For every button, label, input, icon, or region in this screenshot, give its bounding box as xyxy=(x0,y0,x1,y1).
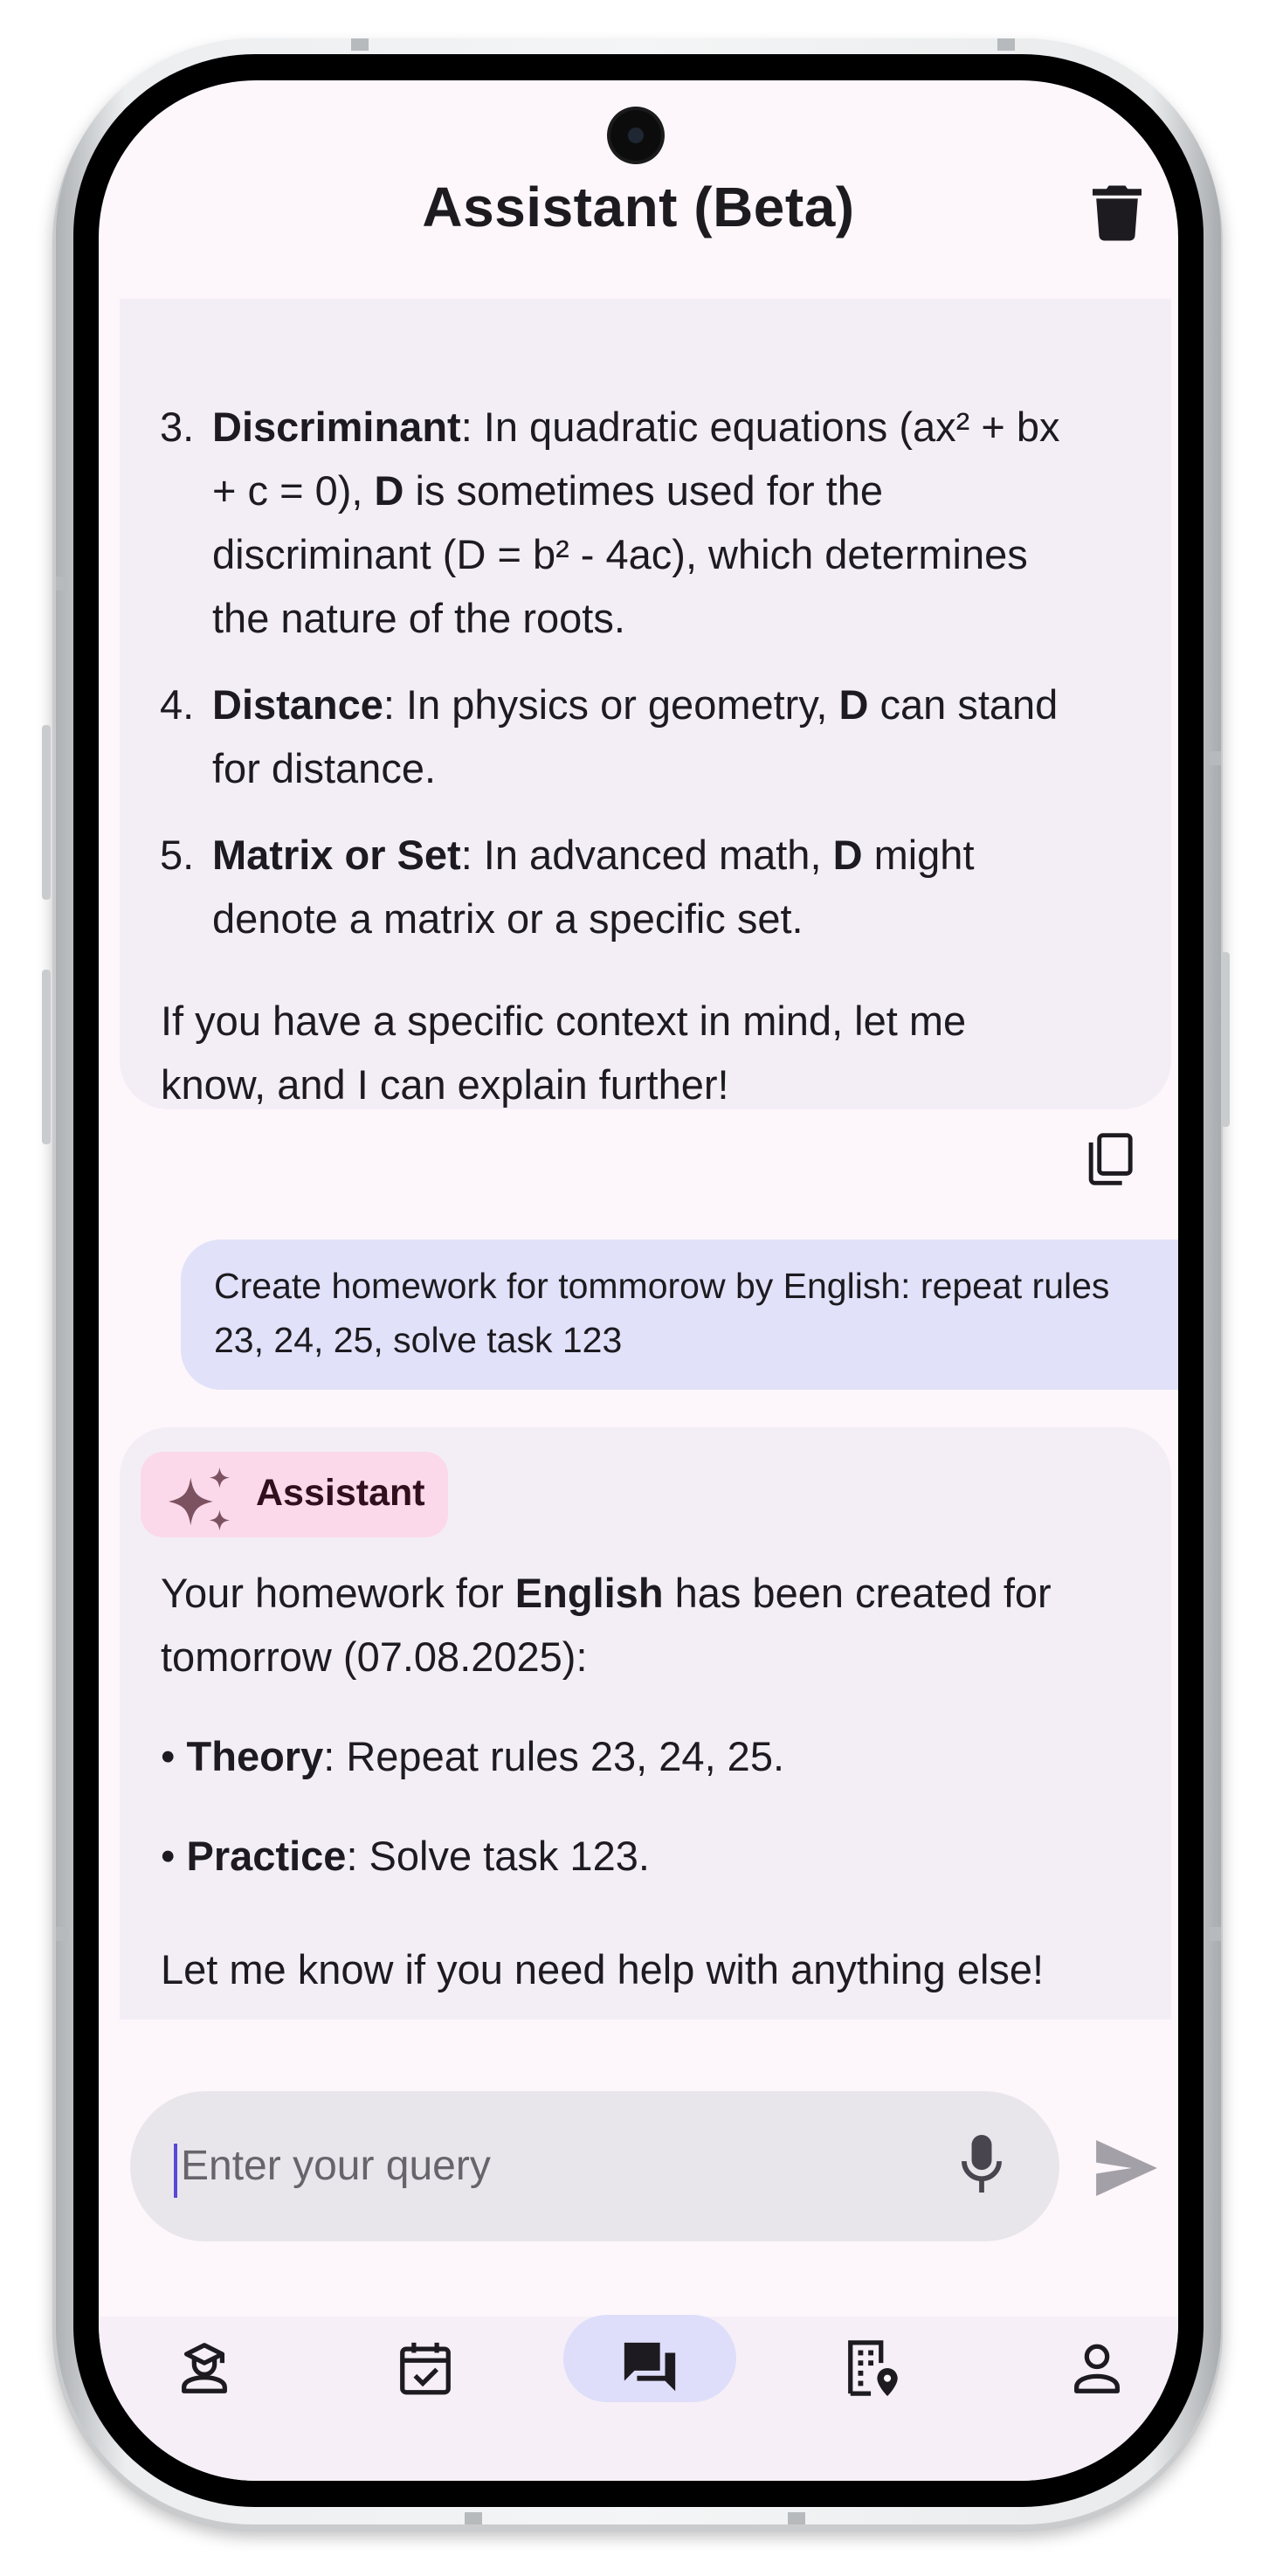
page-title: Assistant (Beta) xyxy=(422,176,855,238)
antenna-band xyxy=(1209,1927,1221,1941)
user-message-line: 23, 24, 25, solve task 123 xyxy=(214,1320,623,1360)
sparkle-icon xyxy=(169,1468,231,1531)
side-button xyxy=(1221,952,1230,1127)
building-location-icon xyxy=(848,2340,898,2397)
antenna-band xyxy=(997,38,1015,51)
list-item-line: discriminant (D = b² - 4ac), which deter… xyxy=(212,531,1028,577)
list-number: 5. xyxy=(160,832,195,878)
nav-item-schedule[interactable] xyxy=(395,2338,456,2399)
nav-item-students[interactable] xyxy=(174,2338,235,2399)
antenna-band xyxy=(465,2512,482,2524)
chat-bubbles-icon xyxy=(624,2342,676,2392)
list-number: 4. xyxy=(160,681,195,728)
front-camera xyxy=(610,110,661,161)
nav-item-profile[interactable] xyxy=(1066,2338,1128,2399)
copy-icon[interactable] xyxy=(1086,1133,1135,1185)
text-cursor xyxy=(174,2144,177,2198)
message-paragraph: know, and I can explain further! xyxy=(161,1061,729,1108)
antenna-band xyxy=(56,577,68,590)
chat-thread[interactable]: 3. Discriminant: In quadratic equations … xyxy=(99,299,1178,2020)
message-paragraph: Your homework for English has been creat… xyxy=(161,1570,1052,1616)
user-message-text: Create homework for tommorow by English:… xyxy=(214,1259,1178,1367)
calendar-check-icon xyxy=(400,2342,451,2395)
message-paragraph: If you have a specific context in mind, … xyxy=(161,998,967,1044)
list-number: 3. xyxy=(160,404,195,450)
list-item-line: the nature of the roots. xyxy=(212,595,625,641)
antenna-band xyxy=(56,1927,68,1941)
antenna-band xyxy=(351,38,369,51)
list-item-line: Distance: In physics or geometry, D can … xyxy=(212,681,1059,728)
list-item-line: denote a matrix or a specific set. xyxy=(212,895,804,942)
phone-screen: Assistant (Beta) 3. Discriminant: In qua… xyxy=(99,80,1178,2481)
trash-icon[interactable] xyxy=(1093,185,1142,241)
list-item-line: Discriminant: In quadratic equations (ax… xyxy=(212,404,1060,450)
bullet-item-practice: • Practice: Solve task 123. xyxy=(161,1833,650,1879)
antenna-band xyxy=(1209,751,1221,765)
bullet-item-theory: • Theory: Repeat rules 23, 24, 25. xyxy=(161,1733,785,1779)
user-message-bubble: Create homework for tommorow by English:… xyxy=(181,1240,1178,1390)
nav-item-buildings[interactable] xyxy=(843,2338,904,2399)
user-message-line: Create homework for tommorow by English:… xyxy=(214,1266,1110,1306)
volume-button xyxy=(42,725,51,900)
nav-item-assistant[interactable] xyxy=(619,2338,680,2399)
message-paragraph: Let me know if you need help with anythi… xyxy=(161,1946,1045,1992)
person-icon xyxy=(1074,2344,1120,2393)
message-paragraph: tomorrow (07.08.2025): xyxy=(161,1633,588,1680)
list-item-line: for distance. xyxy=(212,745,437,791)
list-item-line: + c = 0), D is sometimes used for the xyxy=(212,467,883,514)
antenna-band xyxy=(788,2512,805,2524)
power-button xyxy=(42,970,51,1144)
assistant-label: Assistant xyxy=(256,1472,425,1514)
send-icon[interactable] xyxy=(1096,2140,1157,2196)
graduation-person-icon xyxy=(182,2343,227,2393)
list-item-line: Matrix or Set: In advanced math, D might xyxy=(212,832,975,878)
microphone-icon[interactable] xyxy=(962,2135,1002,2193)
query-placeholder: Enter your query xyxy=(181,2143,491,2189)
